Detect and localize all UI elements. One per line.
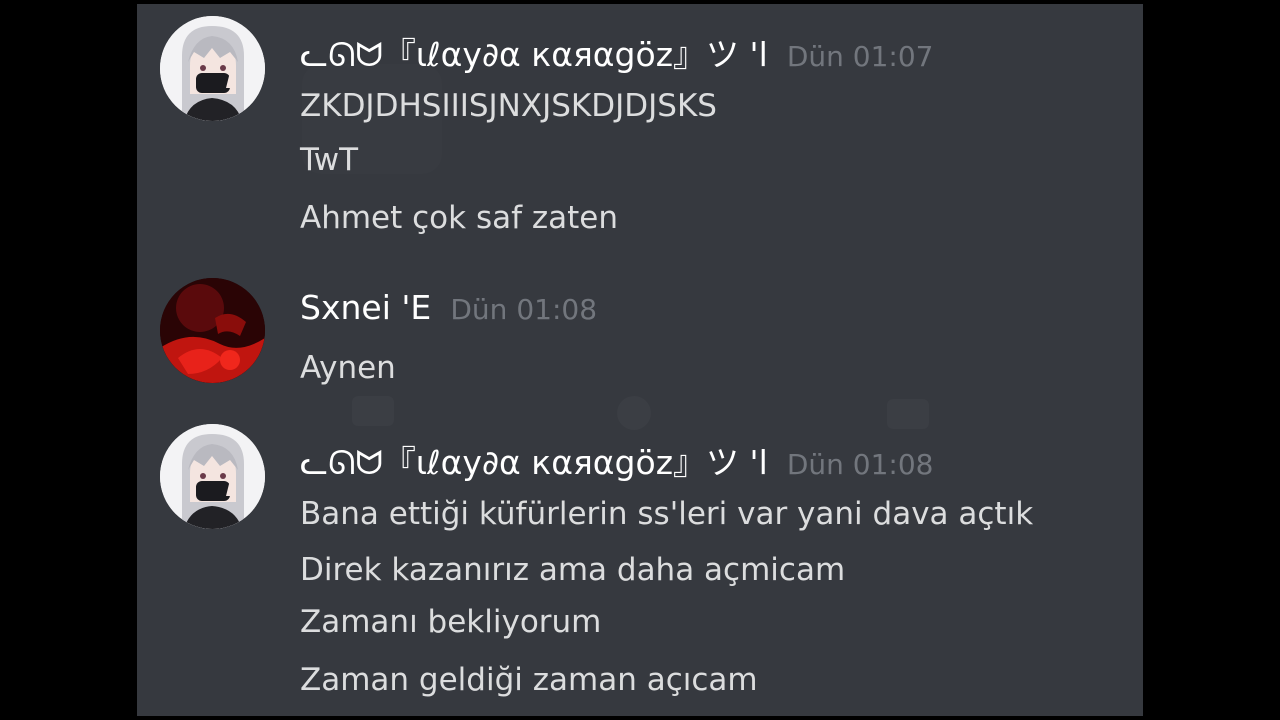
message-header: Sxnei 'E Dün 01:08 — [300, 288, 597, 327]
timestamp: Dün 01:08 — [450, 293, 598, 326]
message-text: Aynen — [300, 350, 396, 386]
avatar[interactable] — [160, 424, 265, 529]
message-text: Direk kazanırız ama daha açmicam — [300, 552, 846, 588]
message-header: ᓚᘏᗢ『ιℓαу∂α кαяαgöz』ツ 'l Dün 01:08 — [300, 436, 934, 484]
video-icon — [887, 399, 929, 429]
timestamp: Dün 01:08 — [786, 448, 934, 481]
username[interactable]: ᓚᘏᗢ『ιℓαу∂α кαяαgöz』ツ 'l — [300, 35, 768, 74]
anime-girl-avatar-icon — [160, 424, 265, 529]
timestamp: Dün 01:07 — [786, 40, 934, 73]
chat-bubble-icon — [352, 396, 394, 426]
message-text: Ahmet çok saf zaten — [300, 200, 619, 236]
chat-panel: ᓚᘏᗢ『ιℓαу∂α кαяαgöz』ツ 'l Dün 01:07 ZKDJDH… — [137, 4, 1143, 716]
message-text: TwT — [300, 142, 359, 178]
message-text: Zamanı bekliyorum — [300, 604, 602, 640]
red-dark-avatar-icon — [160, 278, 265, 383]
screen-frame: ᓚᘏᗢ『ιℓαу∂α кαяαgöz』ツ 'l Dün 01:07 ZKDJDH… — [0, 0, 1280, 720]
username[interactable]: Sxnei 'E — [300, 288, 431, 327]
anime-girl-avatar-icon — [160, 16, 265, 121]
phone-icon — [617, 396, 651, 430]
avatar[interactable] — [160, 278, 265, 383]
username[interactable]: ᓚᘏᗢ『ιℓαу∂α кαяαgöz』ツ 'l — [300, 443, 768, 482]
message-text: Zaman geldiği zaman açıcam — [300, 662, 758, 698]
message-header: ᓚᘏᗢ『ιℓαу∂α кαяαgöz』ツ 'l Dün 01:07 — [300, 28, 934, 76]
message-text: Bana ettiği küfürlerin ss'leri var yani … — [300, 496, 1034, 532]
message-text: ZKDJDHSIIISJNXJSKDJDJSKS — [300, 88, 717, 124]
avatar[interactable] — [160, 16, 265, 121]
